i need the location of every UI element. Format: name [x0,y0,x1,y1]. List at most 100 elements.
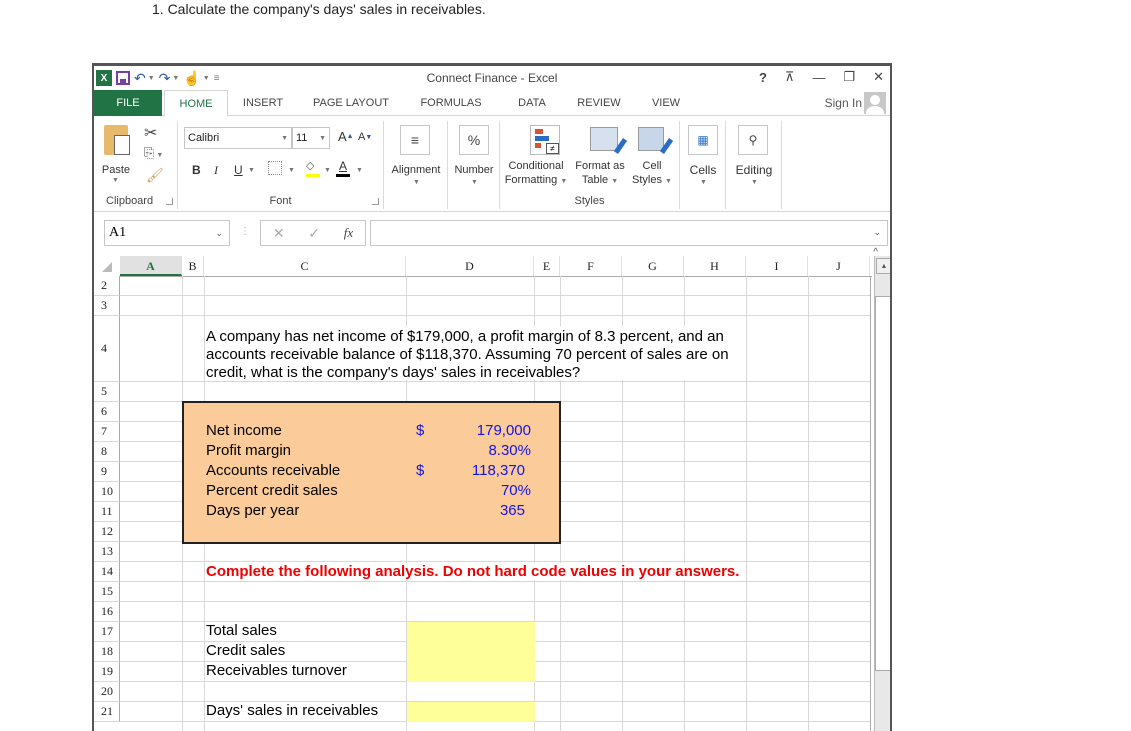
font-family-select[interactable]: Calibri ▼ [184,127,292,149]
alignment-icon[interactable]: ≡ [400,125,430,155]
restore-icon[interactable]: ❐ [843,69,855,85]
scroll-up-icon[interactable]: ▲ [876,258,890,274]
help-icon[interactable]: ? [759,70,767,85]
alignment-button[interactable]: Alignment [384,163,448,177]
tab-review[interactable]: REVIEW [574,90,624,116]
conditional-formatting-icon[interactable]: ≠ [530,125,560,155]
font-launcher-icon[interactable] [372,198,379,205]
total-sales-input[interactable] [407,622,535,642]
vertical-scrollbar[interactable]: ▲ [874,256,890,731]
format-painter-icon[interactable]: 🖌 [146,167,164,184]
font-size-select[interactable]: 11 ▼ [292,127,330,149]
cut-icon[interactable]: ✂ [144,123,157,143]
avatar-icon[interactable] [864,92,886,114]
row-header[interactable]: 6 [94,402,120,422]
borders-icon[interactable] [268,161,282,175]
receivables-turnover-input[interactable] [407,662,535,682]
copy-icon[interactable]: ⎘ ▼ [144,145,163,161]
cell-styles-button[interactable]: Cell Styles ▼ [628,159,676,189]
percent-icon[interactable]: % [459,125,489,155]
clipboard-launcher-icon[interactable] [166,198,173,205]
select-all-icon[interactable] [102,262,112,272]
font-color-icon[interactable]: A [336,159,350,177]
row-header[interactable]: 3 [94,296,120,316]
row-header[interactable]: 14 [94,562,120,582]
column-header-e[interactable]: E [534,256,560,276]
row-header[interactable]: 21 [94,702,120,722]
row-header[interactable]: 18 [94,642,120,662]
tab-data[interactable]: DATA [512,90,552,116]
row-header[interactable]: 5 [94,382,120,402]
fill-color-icon[interactable]: ◇ [306,159,320,177]
tab-home[interactable]: HOME [164,90,228,117]
column-header-a[interactable]: A [120,256,182,276]
input-value[interactable]: 8.30% [488,442,531,459]
row-header[interactable]: 17 [94,622,120,642]
underline-button[interactable]: U [234,163,243,177]
editing-button[interactable]: Editing [726,163,782,177]
column-header-j[interactable]: J [808,256,870,276]
paste-button[interactable]: Paste [96,163,136,177]
credit-sales-input[interactable] [407,642,535,662]
cells-icon[interactable]: ▦ [688,125,718,155]
tab-page-layout[interactable]: PAGE LAYOUT [306,90,396,116]
cells-button[interactable]: Cells [680,163,726,177]
row-header[interactable]: 15 [94,582,120,602]
sign-in-label[interactable]: Sign In [825,96,862,110]
cells-group[interactable]: ▦ Cells ▼ [680,121,726,209]
column-header-h[interactable]: H [684,256,746,276]
input-value[interactable]: 118,370 [472,462,525,479]
row-header[interactable]: 7 [94,422,120,442]
row-header[interactable]: 11 [94,502,120,522]
row-header[interactable]: 2 [94,276,120,296]
column-header-g[interactable]: G [622,256,684,276]
paste-icon[interactable] [104,125,130,155]
input-value[interactable]: 70% [501,482,531,499]
increase-font-icon[interactable]: A ▲ [338,129,354,144]
number-button[interactable]: Number [448,163,500,177]
number-group[interactable]: % Number ▼ [448,121,500,209]
row-header[interactable]: 12 [94,522,120,542]
conditional-formatting-button[interactable]: Conditional Formatting ▼ [500,159,572,189]
minimize-icon[interactable]: — [812,70,825,85]
bold-button[interactable]: B [192,163,201,177]
scroll-thumb[interactable] [875,296,890,671]
column-header-d[interactable]: D [406,256,534,276]
tab-formulas[interactable]: FORMULAS [416,90,486,116]
column-header-i[interactable]: I [746,256,808,276]
input-value[interactable]: 365 [500,502,525,519]
row-header[interactable]: 20 [94,682,120,702]
binoculars-icon[interactable]: ⚲ [738,125,768,155]
tab-file[interactable]: FILE [94,90,162,116]
alignment-group[interactable]: ≡ Alignment ▼ [384,121,448,209]
ribbon-display-icon[interactable]: ⊼ [785,69,795,85]
formula-bar-handle-icon[interactable]: ⋮ [240,226,250,237]
column-header-c[interactable]: C [204,256,406,276]
row-header[interactable]: 13 [94,542,120,562]
tab-insert[interactable]: INSERT [238,90,288,116]
row-header[interactable]: 4 [94,316,120,382]
sign-in[interactable]: Sign In [825,92,886,114]
column-header-f[interactable]: F [560,256,622,276]
row-header[interactable]: 10 [94,482,120,502]
row-header[interactable]: 8 [94,442,120,462]
row-header[interactable]: 19 [94,662,120,682]
name-box[interactable]: A1 ⌄ [104,220,230,246]
italic-button[interactable]: I [214,163,218,178]
format-as-table-button[interactable]: Format as Table ▼ [572,159,628,189]
cell-styles-icon[interactable] [638,127,674,154]
enter-icon[interactable]: ✓ [308,225,320,242]
column-header-b[interactable]: B [182,256,204,276]
cancel-icon[interactable]: ✕ [273,225,285,242]
editing-group[interactable]: ⚲ Editing ▼ [726,121,782,209]
row-header[interactable]: 16 [94,602,120,622]
formula-input[interactable]: ⌄ [370,220,888,246]
row-header[interactable]: 9 [94,462,120,482]
format-as-table-icon[interactable] [590,127,628,154]
tab-view[interactable]: VIEW [646,90,686,116]
close-icon[interactable]: ✕ [873,69,884,85]
insert-function-icon[interactable]: fx [344,225,353,241]
input-value[interactable]: 179,000 [477,422,531,439]
days-sales-receivables-input[interactable] [407,702,535,722]
decrease-font-icon[interactable]: A ▼ [358,131,372,143]
